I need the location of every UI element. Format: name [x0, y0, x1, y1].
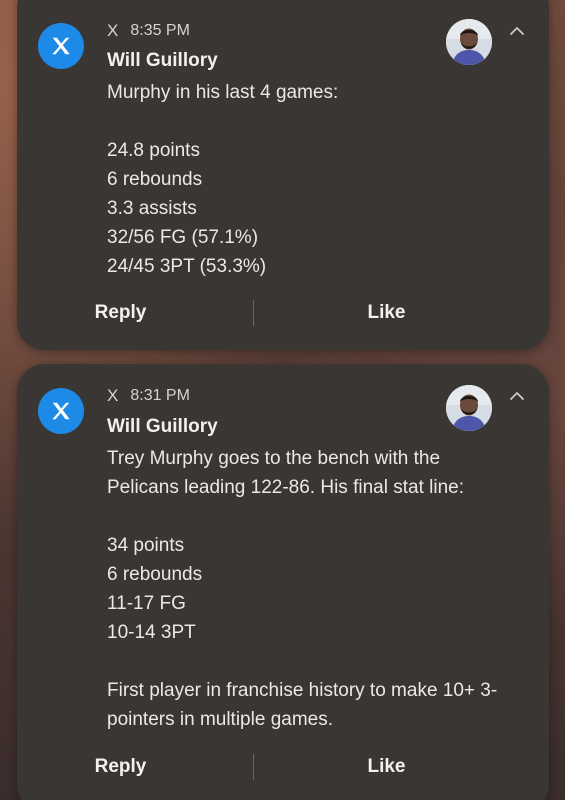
app-name: X — [107, 21, 119, 40]
notification-actions: Reply Like — [17, 293, 549, 333]
like-button[interactable]: Like — [254, 756, 519, 778]
avatar — [446, 385, 492, 431]
notification-body: Trey Murphy goes to the bench with the P… — [107, 448, 498, 730]
like-button[interactable]: Like — [254, 302, 519, 324]
notification-actions: Reply Like — [17, 747, 549, 787]
notification-card[interactable]: X 8:35 PM Will Guillory Murphy in his la… — [17, 0, 549, 350]
chevron-up-icon[interactable] — [508, 387, 526, 405]
avatar — [446, 19, 492, 65]
app-name: X — [107, 386, 119, 405]
sender-name: Will Guillory — [107, 416, 218, 437]
timestamp: 8:31 PM — [130, 387, 190, 404]
timestamp: 8:35 PM — [130, 22, 190, 39]
notification-body: Murphy in his last 4 games: 24.8 points … — [107, 82, 339, 277]
sender-name: Will Guillory — [107, 50, 218, 71]
reply-button[interactable]: Reply — [0, 756, 253, 778]
notification-meta: X 8:31 PM — [107, 386, 190, 406]
reply-button[interactable]: Reply — [0, 302, 253, 324]
notification-meta: X 8:35 PM — [107, 21, 190, 41]
x-logo-icon — [38, 23, 84, 69]
chevron-up-icon[interactable] — [508, 22, 526, 40]
notification-card[interactable]: X 8:31 PM Will Guillory Trey Murphy goes… — [17, 364, 549, 800]
x-logo-icon — [38, 388, 84, 434]
